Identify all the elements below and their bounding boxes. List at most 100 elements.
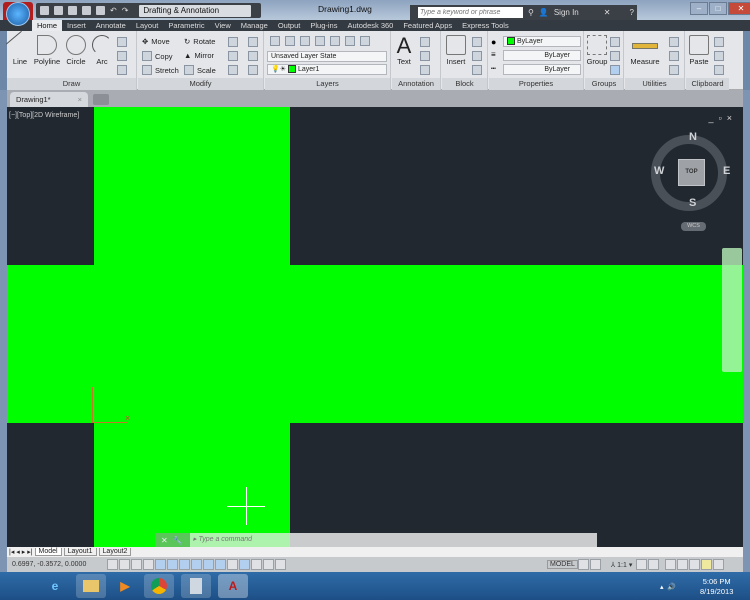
maximize-button[interactable]: □ xyxy=(709,2,727,15)
new-tab-button[interactable] xyxy=(93,94,109,105)
command-input[interactable]: ▸ Type a command xyxy=(190,533,290,547)
layer-properties-icon[interactable] xyxy=(270,36,280,46)
utilities-panel-title[interactable]: Utilities xyxy=(625,78,684,90)
attribute-icon[interactable] xyxy=(472,65,482,75)
quick-view-layouts-icon[interactable] xyxy=(577,559,589,570)
tab-autodesk-360[interactable]: Autodesk 360 xyxy=(342,20,398,31)
calculator-app-icon[interactable] xyxy=(181,574,211,598)
cut-icon[interactable] xyxy=(714,37,724,47)
layer-icon[interactable] xyxy=(300,36,310,46)
redo-icon[interactable]: ↷ xyxy=(122,6,129,15)
ortho-toggle[interactable] xyxy=(143,559,154,570)
leader-icon[interactable] xyxy=(420,51,430,61)
clipboard-panel-title[interactable]: Clipboard xyxy=(686,78,729,90)
tab-output[interactable]: Output xyxy=(273,20,306,31)
new-icon[interactable] xyxy=(40,6,49,15)
minimize-button[interactable]: – xyxy=(690,2,708,15)
viewport-controls-label[interactable]: [−][Top][2D Wireframe] xyxy=(9,112,79,119)
linetype-dropdown[interactable]: ByLayer xyxy=(503,64,581,75)
copy-clip-icon[interactable] xyxy=(714,51,724,61)
tab-insert[interactable]: Insert xyxy=(62,20,91,31)
layer-icon[interactable] xyxy=(345,36,355,46)
rectangle-icon[interactable] xyxy=(117,37,127,47)
viewcube-top[interactable]: TOP xyxy=(678,159,705,186)
text-button[interactable]: A Text xyxy=(394,35,414,67)
quick-properties-toggle[interactable] xyxy=(251,559,262,570)
draw-panel-title[interactable]: Draw xyxy=(7,78,136,90)
snap-toggle[interactable] xyxy=(119,559,130,570)
tab-layout2[interactable]: Layout2 xyxy=(98,548,132,556)
dimension-icon[interactable] xyxy=(420,37,430,47)
tab-layout[interactable]: Layout xyxy=(131,20,164,31)
lineweight-dropdown[interactable]: ByLayer xyxy=(503,50,581,61)
save-as-icon[interactable] xyxy=(82,6,91,15)
osnap-toggle[interactable] xyxy=(167,559,178,570)
navigation-bar[interactable] xyxy=(722,248,742,372)
media-player-icon[interactable]: ▶ xyxy=(110,574,140,598)
model-space-button[interactable]: MODEL xyxy=(547,560,578,569)
block-panel-title[interactable]: Block xyxy=(442,78,487,90)
tab-manage[interactable]: Manage xyxy=(236,20,273,31)
properties-panel-title[interactable]: Properties xyxy=(489,78,583,90)
save-icon[interactable] xyxy=(68,6,77,15)
quick-view-drawings-icon[interactable] xyxy=(589,559,601,570)
layer-dropdown[interactable]: 💡☀ Layer1 xyxy=(267,64,387,75)
tab-layout1[interactable]: Layout1 xyxy=(63,548,97,556)
exchange-icon[interactable]: ✕ xyxy=(604,8,611,17)
modify-panel-title[interactable]: Modify xyxy=(138,78,263,90)
lock-icon[interactable] xyxy=(677,559,689,570)
tab-express-tools[interactable]: Express Tools xyxy=(457,20,514,31)
trim-icon[interactable] xyxy=(228,37,238,47)
isolate-objects-icon[interactable] xyxy=(701,559,713,570)
color-dropdown[interactable]: ByLayer xyxy=(503,36,581,47)
paste-button[interactable]: Paste xyxy=(688,35,710,66)
workspace-dropdown[interactable]: Drafting & Annotation xyxy=(139,4,252,17)
wcs-menu[interactable]: WCS xyxy=(681,222,706,231)
grid-toggle[interactable] xyxy=(131,559,142,570)
layer-icon[interactable] xyxy=(315,36,325,46)
table-icon[interactable] xyxy=(420,65,430,75)
select-all-icon[interactable] xyxy=(669,51,679,61)
array-icon[interactable] xyxy=(228,65,238,75)
edit-block-icon[interactable] xyxy=(472,51,482,61)
lineweight-toggle[interactable] xyxy=(227,559,238,570)
close-command-icon[interactable]: ✕ xyxy=(161,536,168,545)
autocad-taskbar-icon[interactable]: A xyxy=(218,574,248,598)
copy-button[interactable]: Copy xyxy=(142,51,173,61)
start-button[interactable] xyxy=(6,2,30,26)
compass-east[interactable]: E xyxy=(723,165,730,177)
hardware-acceleration-icon[interactable] xyxy=(689,559,701,570)
mirror-button[interactable]: ▲ Mirror xyxy=(184,51,214,60)
group-select-icon[interactable] xyxy=(610,65,620,75)
calculator-icon[interactable] xyxy=(669,65,679,75)
arc-button[interactable]: Arc xyxy=(91,35,113,66)
hatch-icon[interactable] xyxy=(117,51,127,61)
annotation-monitor-toggle[interactable] xyxy=(275,559,286,570)
viewport-window-controls[interactable]: _▫× xyxy=(709,113,737,123)
layer-state-dropdown[interactable]: Unsaved Layer State xyxy=(267,51,387,62)
insert-button[interactable]: Insert xyxy=(444,35,468,66)
otrack-toggle[interactable] xyxy=(191,559,202,570)
sign-in-button[interactable]: Sign In xyxy=(554,8,579,17)
layer-icon[interactable] xyxy=(360,36,370,46)
infer-constraints-toggle[interactable] xyxy=(107,559,118,570)
ungroup-icon[interactable] xyxy=(610,37,620,47)
tab-home[interactable]: Home xyxy=(32,20,63,31)
scale-button[interactable]: Scale xyxy=(184,65,216,75)
line-button[interactable]: Line xyxy=(5,30,35,66)
circle-button[interactable]: Circle xyxy=(65,35,87,66)
explode-icon[interactable] xyxy=(248,51,258,61)
annotation-scale-dropdown[interactable]: ⅄ 1:1 ▾ xyxy=(611,561,632,569)
command-input-extension[interactable] xyxy=(290,533,597,547)
tab-plug-ins[interactable]: Plug-ins xyxy=(305,20,342,31)
compass-north[interactable]: N xyxy=(689,131,697,143)
polar-toggle[interactable] xyxy=(155,559,166,570)
rotate-button[interactable]: ↻ Rotate xyxy=(184,37,215,46)
group-button[interactable]: Group xyxy=(586,35,608,66)
chrome-icon[interactable] xyxy=(144,574,174,598)
compass-west[interactable]: W xyxy=(654,165,664,177)
help-search-input[interactable] xyxy=(418,7,523,18)
file-tab-drawing1[interactable]: Drawing1* × xyxy=(10,92,88,107)
annotation-panel-title[interactable]: Annotation xyxy=(392,78,440,90)
compass-south[interactable]: S xyxy=(689,197,696,209)
